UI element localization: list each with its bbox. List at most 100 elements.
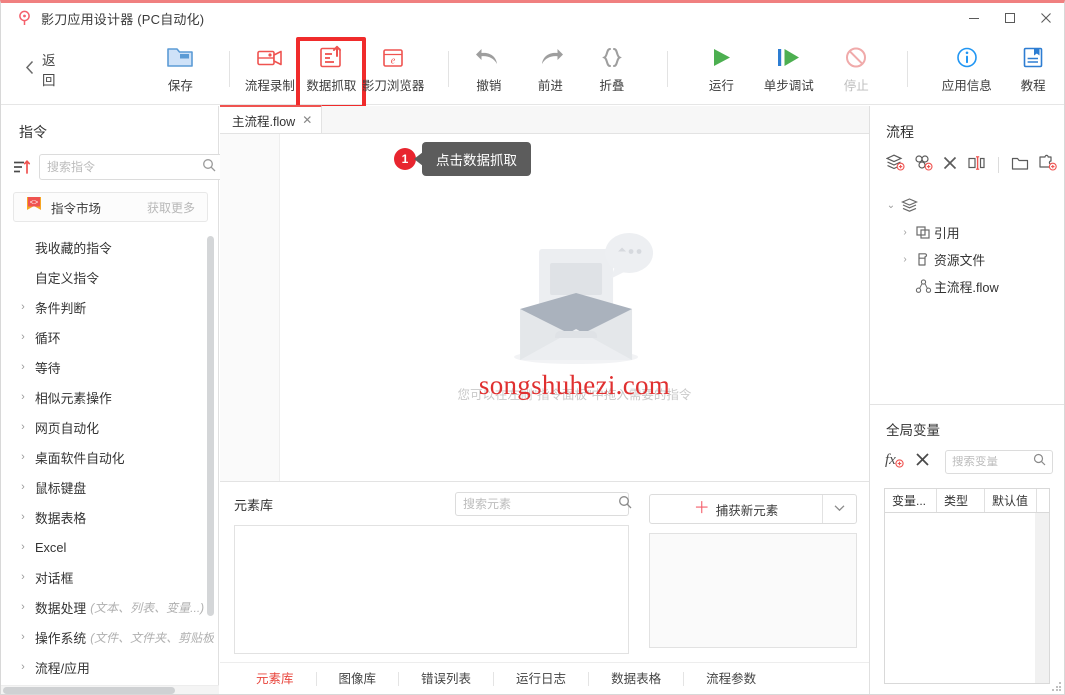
- back-label: 返回: [42, 52, 56, 88]
- commands-panel: 指令 搜索指令 <> 指令市场 获取更多 我收藏的指令 自定义指令 › 条件判断…: [1, 106, 224, 694]
- table-vertical-scrollbar[interactable]: [1035, 513, 1049, 683]
- list-item[interactable]: › 操作系统 (文件、文件夹、剪贴板: [1, 622, 218, 652]
- chevron-right-icon: ›: [21, 601, 25, 613]
- tree-row[interactable]: 主流程.flow: [884, 273, 1064, 300]
- add-group-icon[interactable]: [914, 154, 933, 176]
- tab-data-table[interactable]: 数据表格: [589, 671, 685, 686]
- commands-horizontal-scrollbar[interactable]: [1, 685, 219, 694]
- toolbar-save[interactable]: 保存: [150, 40, 212, 98]
- toolbar-redo-label: 前进: [537, 79, 563, 93]
- bottom-panel-content: 元素库 搜索元素 ＋ 捕获新元素: [220, 482, 869, 662]
- add-layers-icon[interactable]: [885, 154, 905, 176]
- toolbar-flow-record[interactable]: 流程录制: [239, 40, 301, 98]
- capture-new-element-button[interactable]: ＋ 捕获新元素: [650, 495, 822, 523]
- tree-row[interactable]: ⌄: [884, 192, 1064, 219]
- delete-x-icon[interactable]: [914, 451, 931, 473]
- canvas-gutter: [220, 134, 280, 481]
- table-empty-area: [885, 513, 1035, 683]
- command-label: 等待: [35, 360, 61, 376]
- toolbar-redo[interactable]: 前进: [520, 40, 582, 98]
- flow-toolbar-separator: [998, 157, 999, 173]
- commands-search-box[interactable]: [39, 154, 224, 180]
- list-item[interactable]: 自定义指令: [1, 262, 218, 292]
- tab-image-library[interactable]: 图像库: [317, 671, 400, 686]
- commands-search-row: [1, 154, 224, 180]
- tree-row[interactable]: › 引用: [884, 219, 1064, 246]
- folder-icon[interactable]: [1011, 155, 1029, 176]
- command-label: 网页自动化: [35, 420, 99, 436]
- chevron-right-icon[interactable]: ›: [898, 227, 912, 238]
- chevron-down-icon[interactable]: ⌄: [884, 200, 898, 211]
- list-item[interactable]: › 桌面软件自动化: [1, 442, 218, 472]
- add-function-icon[interactable]: fx: [884, 449, 906, 474]
- tab-main-flow[interactable]: 主流程.flow ✕: [220, 105, 323, 133]
- element-search-box[interactable]: [455, 492, 632, 516]
- variable-search-box[interactable]: [945, 449, 1053, 474]
- tab-error-list[interactable]: 错误列表: [399, 671, 495, 686]
- sort-ascending-icon[interactable]: [13, 157, 31, 177]
- resize-grip[interactable]: [1052, 682, 1062, 692]
- toolbar-flow-record-label: 流程录制: [244, 79, 295, 93]
- list-item[interactable]: › 相似元素操作: [1, 382, 218, 412]
- chevron-right-icon[interactable]: ›: [898, 254, 912, 265]
- toolbar-data-capture[interactable]: 数据抓取: [295, 36, 366, 109]
- plus-icon: ＋: [693, 500, 710, 517]
- list-item[interactable]: › Excel: [1, 532, 218, 562]
- delete-x-icon[interactable]: [942, 155, 958, 176]
- captured-elements-list[interactable]: [649, 533, 857, 648]
- canvas-body[interactable]: 1 点击数据抓取 您可以在左侧"指令面板"中拖入需要的指令 songshuhez…: [280, 134, 869, 481]
- command-market-label: 指令市场: [51, 201, 102, 216]
- list-item[interactable]: 我收藏的指令: [1, 232, 218, 262]
- toolbar-step-debug[interactable]: 单步调试: [752, 40, 825, 98]
- global-variables-table[interactable]: 变量... 类型 默认值: [884, 488, 1050, 684]
- flow-canvas[interactable]: 1 点击数据抓取 您可以在左侧"指令面板"中拖入需要的指令 songshuhez…: [220, 134, 869, 482]
- close-icon[interactable]: ✕: [302, 113, 312, 127]
- commands-vertical-scrollbar[interactable]: [207, 236, 214, 616]
- add-module-icon[interactable]: [1038, 154, 1057, 176]
- back-button[interactable]: 返回: [19, 45, 75, 93]
- browser-icon: e: [379, 43, 407, 70]
- column-header-type[interactable]: 类型: [937, 489, 985, 512]
- command-market-more[interactable]: 获取更多: [147, 199, 195, 216]
- svg-text:e: e: [391, 56, 396, 67]
- variable-search-input[interactable]: [952, 455, 1033, 468]
- column-header-variable[interactable]: 变量...: [885, 489, 937, 512]
- minimize-button[interactable]: [956, 3, 992, 33]
- toolbar-stop[interactable]: 停止: [826, 40, 888, 98]
- tab-run-log[interactable]: 运行日志: [494, 671, 590, 686]
- command-market-row[interactable]: <> 指令市场 获取更多: [13, 192, 208, 222]
- rename-icon[interactable]: [967, 155, 986, 176]
- list-item[interactable]: › 数据处理 (文本、列表、变量...): [1, 592, 218, 622]
- commands-list[interactable]: 我收藏的指令 自定义指令 › 条件判断 › 循环 › 等待 › 相似元素操作 ›…: [1, 232, 218, 694]
- toolbar-collapse[interactable]: 折叠: [581, 40, 643, 98]
- maximize-button[interactable]: [992, 3, 1028, 33]
- capture-dropdown-button[interactable]: [822, 495, 856, 523]
- list-item[interactable]: › 条件判断: [1, 292, 218, 322]
- toolbar-undo[interactable]: 撤销: [458, 40, 520, 98]
- column-header-default[interactable]: 默认值: [985, 489, 1037, 512]
- toolbar-yingdao-browser-label: 影刀浏览器: [361, 79, 425, 93]
- list-item[interactable]: › 流程/应用: [1, 652, 218, 682]
- list-item[interactable]: › 网页自动化: [1, 412, 218, 442]
- tree-row[interactable]: › 资源文件: [884, 246, 1064, 273]
- list-item[interactable]: › 对话框: [1, 562, 218, 592]
- list-item[interactable]: › 鼠标键盘: [1, 472, 218, 502]
- list-item[interactable]: › 等待: [1, 352, 218, 382]
- tab-label: 主流程.flow: [232, 114, 296, 129]
- toolbar-yingdao-browser[interactable]: e 影刀浏览器: [362, 40, 424, 98]
- toolbar-tutorial-label: 教程: [1020, 79, 1046, 93]
- element-search-input[interactable]: [463, 497, 618, 511]
- toolbar-run[interactable]: 运行: [691, 40, 753, 98]
- toolbar-tutorial[interactable]: 教程: [1002, 40, 1064, 98]
- center-area: 主流程.flow ✕ 1 点击数据抓取 您可以在左侧"指令面板"中拖入需要的指令…: [220, 105, 869, 694]
- close-button[interactable]: [1028, 3, 1064, 33]
- list-item[interactable]: › 循环: [1, 322, 218, 352]
- yingdao-logo-icon: [15, 9, 33, 27]
- tab-flow-params[interactable]: 流程参数: [684, 672, 778, 686]
- element-library-title: 元素库: [234, 497, 274, 513]
- toolbar-app-info[interactable]: 应用信息: [931, 40, 1002, 98]
- tab-element-library[interactable]: 元素库: [234, 671, 317, 686]
- element-library-list[interactable]: [234, 525, 629, 654]
- search-input[interactable]: [47, 160, 202, 174]
- list-item[interactable]: › 数据表格: [1, 502, 218, 532]
